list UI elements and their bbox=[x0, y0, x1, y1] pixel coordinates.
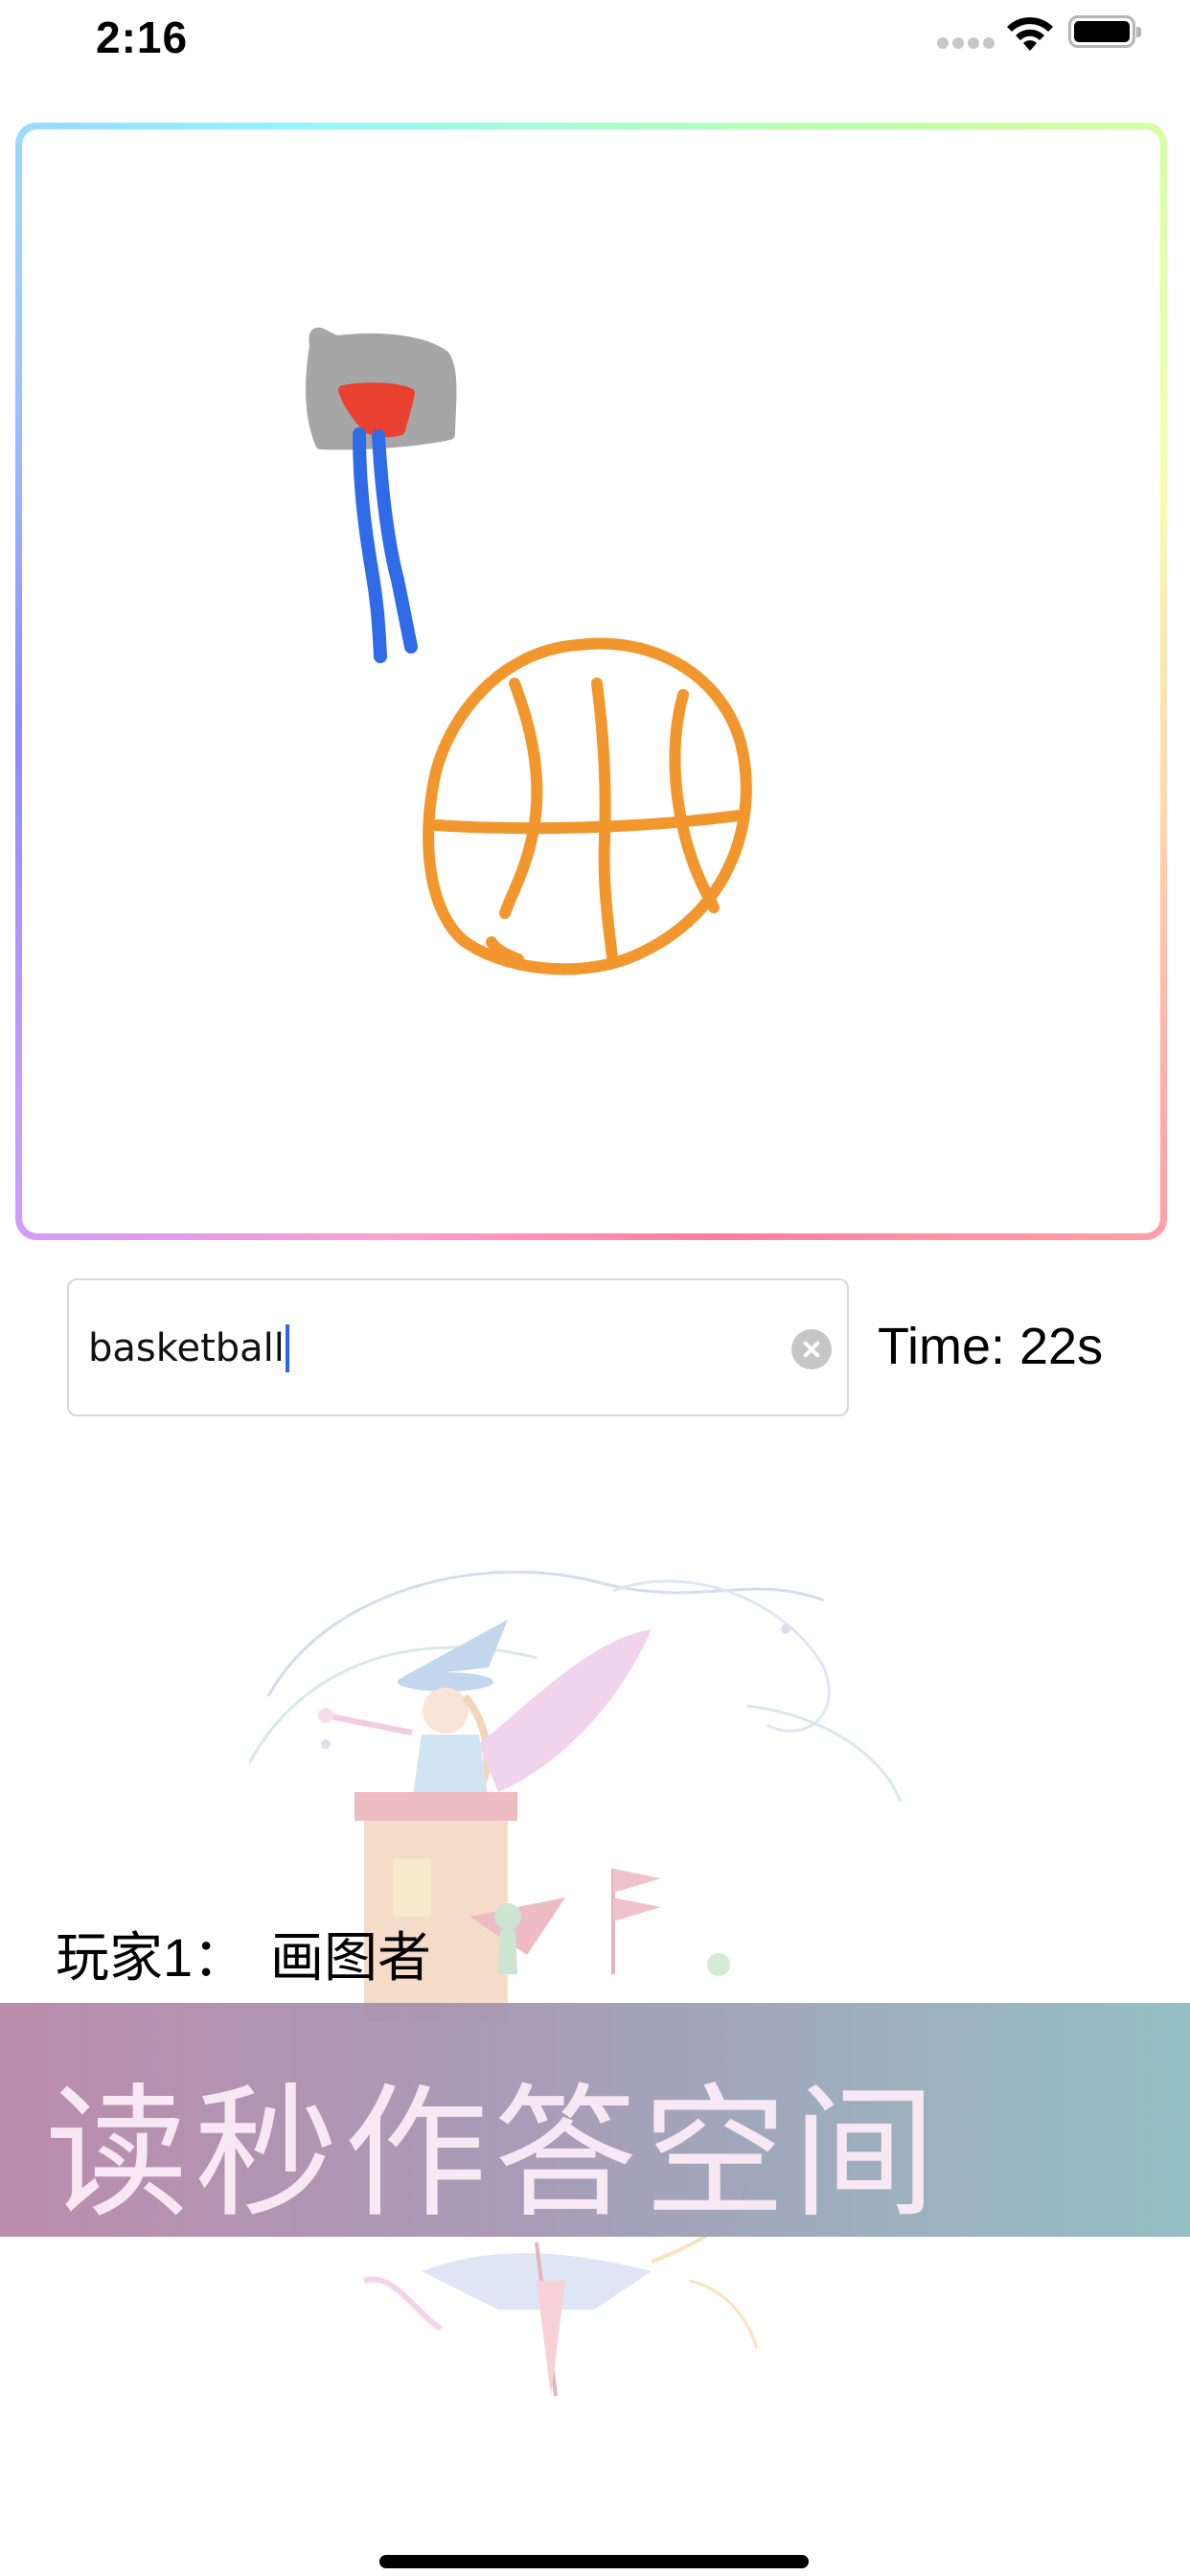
drawing-canvas[interactable] bbox=[22, 129, 1160, 1233]
ball-line-left bbox=[499, 678, 543, 919]
ball-line-right bbox=[669, 689, 720, 913]
home-indicator[interactable] bbox=[379, 2555, 809, 2568]
drawing-canvas-frame bbox=[15, 123, 1167, 1240]
ball-outline-stroke bbox=[423, 637, 752, 976]
cellular-signal-icon bbox=[937, 37, 995, 49]
battery-icon bbox=[1068, 15, 1141, 48]
ball-line-middle bbox=[591, 678, 618, 963]
countdown-timer: Time: 22s bbox=[878, 1318, 1104, 1375]
banner-title: 读秒作答空间 bbox=[44, 2073, 942, 2234]
basketball-drawing bbox=[306, 327, 752, 976]
answer-input-text[interactable]: basketball bbox=[88, 1324, 289, 1372]
wifi-icon bbox=[1007, 17, 1053, 51]
status-time: 2:16 bbox=[96, 12, 189, 62]
player-label: 玩家1： bbox=[56, 1927, 247, 1988]
answer-space-banner: 读秒作答空间 bbox=[0, 2003, 1190, 2237]
status-bar: 2:16 bbox=[0, 0, 1190, 77]
answer-input[interactable]: basketball bbox=[67, 1278, 849, 1416]
player-role: 画图者 bbox=[270, 1927, 431, 1988]
text-caret bbox=[285, 1324, 289, 1372]
clear-input-icon[interactable] bbox=[791, 1329, 832, 1369]
ball-line-horizontal bbox=[430, 810, 744, 835]
